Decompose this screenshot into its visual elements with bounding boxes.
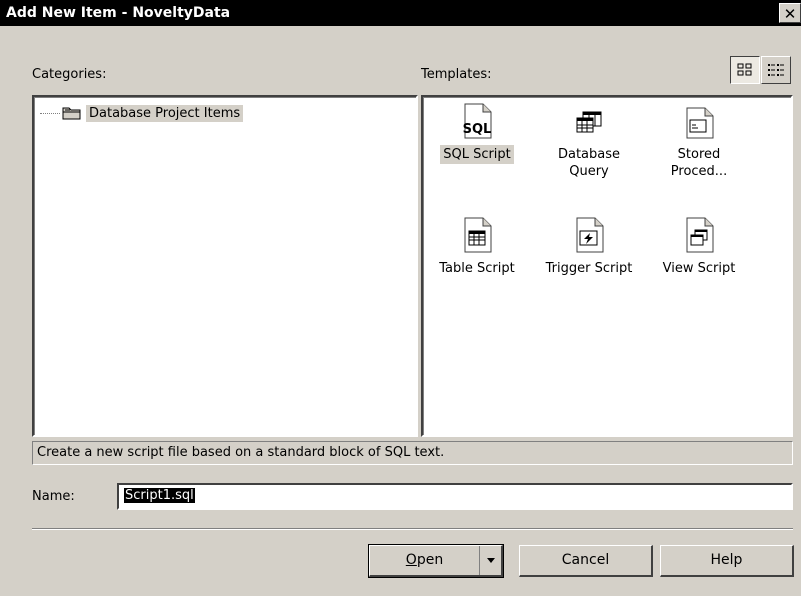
template-table-script[interactable]: Table Script [425,217,529,278]
window-title: Add New Item - NoveltyData [6,5,231,21]
separator [32,528,793,530]
small-icons-view-button[interactable] [761,56,791,84]
description-bar: Create a new script file based on a stan… [32,441,793,465]
template-label: SQL Script [440,145,514,164]
chevron-down-icon [486,558,495,563]
template-label: Stored Proced... [670,147,728,179]
template-label: Trigger Script [545,261,633,276]
table-script-icon [464,217,492,253]
templates-list[interactable]: SQL SQL Script Database Query Stored Proce [421,95,793,437]
trigger-script-icon [576,217,604,253]
title-bar: Add New Item - NoveltyData ✕ [0,0,801,26]
template-sql-script[interactable]: SQL SQL Script [425,103,529,164]
view-script-icon [686,217,714,253]
tree-item-database-project-items[interactable]: Database Project Items [40,103,244,123]
list-view-icon [768,64,784,76]
tree-item-label: Database Project Items [86,104,244,122]
large-icons-view-button[interactable] [730,56,760,84]
name-label: Name: [32,489,75,504]
template-label: Table Script [439,261,515,276]
stored-procedure-icon [686,107,714,139]
sql-icon-text: SQL [463,122,492,137]
open-button-label: Open [405,552,444,568]
categories-label: Categories: [32,67,107,82]
categories-tree[interactable]: Database Project Items [32,95,418,437]
database-query-icon [576,111,602,133]
help-button[interactable]: Help [660,545,794,577]
template-trigger-script[interactable]: Trigger Script [537,217,641,278]
folder-icon [62,107,81,120]
name-input[interactable]: Script1.sql [117,483,793,510]
name-input-value: Script1.sql [124,488,195,503]
close-button[interactable]: ✕ [779,3,801,23]
open-dropdown-button[interactable] [479,546,501,575]
template-label: Database Query [557,147,621,179]
template-label: View Script [662,261,736,276]
template-database-query[interactable]: Database Query [537,103,641,181]
open-button[interactable]: Open [368,544,504,578]
tree-connector [40,112,60,114]
cancel-button[interactable]: Cancel [519,545,653,577]
templates-label: Templates: [421,67,492,82]
sql-script-icon: SQL [463,103,492,139]
close-icon: ✕ [783,5,797,23]
template-stored-procedure[interactable]: Stored Proced... [647,103,751,181]
large-icons-icon [737,63,752,76]
template-view-script[interactable]: View Script [647,217,751,278]
